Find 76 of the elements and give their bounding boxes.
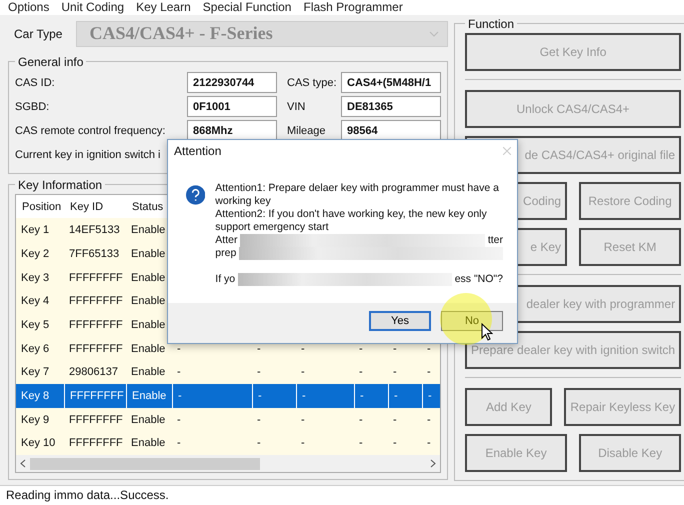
key-information-title: Key Information [17, 178, 104, 192]
field-value: 2122930744 [187, 72, 277, 94]
field-label: SGBD: [15, 100, 50, 113]
dialog-message: Attention1: Prepare delaer key with programmer must have a working key [215, 182, 500, 208]
table-cell-text: - [256, 412, 262, 428]
table-cell-text: Key 7 [20, 365, 50, 380]
table-cell-text: Key 10 [20, 436, 56, 452]
general-info-title: General info [17, 54, 84, 69]
table-cell-text: Key 2 [20, 246, 50, 262]
table-cell-text: Enable [130, 318, 166, 333]
table-cell-text: - [392, 412, 398, 428]
table-cell-text: Enable [130, 365, 166, 380]
table-cell-text: FFFFFFFF [68, 318, 124, 333]
function-title: Function [467, 16, 516, 31]
table-cell-text: - [426, 436, 432, 452]
table-cell-text: - [256, 436, 262, 452]
table-cell-text: - [392, 436, 398, 452]
table-cell-text: - [358, 412, 364, 428]
table-cell-text: 14EF5133 [68, 223, 121, 238]
field-value: 868Mhz [187, 120, 277, 142]
table-cell-text: Enable [130, 223, 166, 238]
table-cell-text: - [176, 342, 182, 357]
table-cell-text: Enable [130, 270, 166, 286]
table-cell-text: - [300, 412, 306, 428]
table-cell-text: - [426, 342, 432, 357]
dialog-message: ess "NO"? [454, 273, 503, 286]
status-text: Reading immo data...Success. [0, 484, 684, 505]
table-cell-text: Key 1 [20, 223, 50, 238]
dialog-message: Atter [215, 234, 238, 247]
table-cell-text: Enable [130, 436, 166, 452]
field-value: 0F1001 [187, 96, 277, 118]
dialog-message: prep [215, 247, 236, 260]
table-cell-text: FFFFFFFF [68, 342, 124, 357]
table-cell-text: Key 6 [20, 342, 50, 357]
table-cell-text: 7FF65133 [68, 246, 120, 262]
field-label: CAS remote control frequency: [15, 124, 166, 137]
table-cell-text: - [426, 412, 432, 428]
table-cell-text: - [256, 342, 262, 357]
car-type-label: Car Type [14, 26, 62, 41]
table-cell-text: Key 4 [20, 294, 50, 310]
table-cell-text: 29806137 [68, 365, 119, 380]
table-cell-text: FFFFFFFF [68, 412, 124, 428]
table-cell-text: - [426, 365, 432, 380]
table-cell-text: - [176, 412, 182, 428]
table-cell-text: - [358, 365, 364, 380]
table-cell-text: Enable [130, 294, 166, 310]
table-cell-text: - [392, 342, 398, 357]
field-label: VIN [286, 100, 306, 113]
table-cell-text: Key 5 [20, 318, 50, 333]
table-cell-text: - [176, 365, 182, 380]
table-cell-text: FFFFFFFF [68, 294, 124, 310]
dialog-message: tter [488, 234, 503, 247]
table-cell-text: - [392, 365, 398, 380]
field-value: 98564 [341, 120, 441, 142]
table-cell-text: - [358, 342, 364, 357]
dialog-message: If yo [215, 273, 236, 286]
table-cell-text: FFFFFFFF [68, 270, 124, 286]
table-cell-text: Enable [130, 246, 166, 262]
table-cell-text: - [176, 436, 182, 452]
table-cell-text: Enable [130, 412, 166, 428]
table-cell-text: Enable [130, 342, 166, 357]
field-label: Mileage [286, 124, 327, 137]
table-cell-text: - [300, 365, 306, 380]
table-cell-text: Key 8 [20, 389, 50, 404]
table-cell-text: - [358, 436, 364, 452]
dialog-title: Attention [174, 144, 222, 158]
table-cell-text: Key 3 [20, 270, 50, 286]
table-cell-text: - [256, 365, 262, 380]
table-cell-text: - [300, 436, 306, 452]
field-label: CAS ID: [15, 76, 56, 89]
field-value: CAS4+(5M48H/1 [341, 72, 441, 94]
table-cell-text: - [300, 342, 306, 357]
table-cell-text: Key 9 [20, 412, 50, 428]
field-label: CAS type: [286, 76, 338, 89]
field-value: DE81365 [341, 96, 441, 118]
table-cell-text: FFFFFFFF [68, 436, 124, 452]
